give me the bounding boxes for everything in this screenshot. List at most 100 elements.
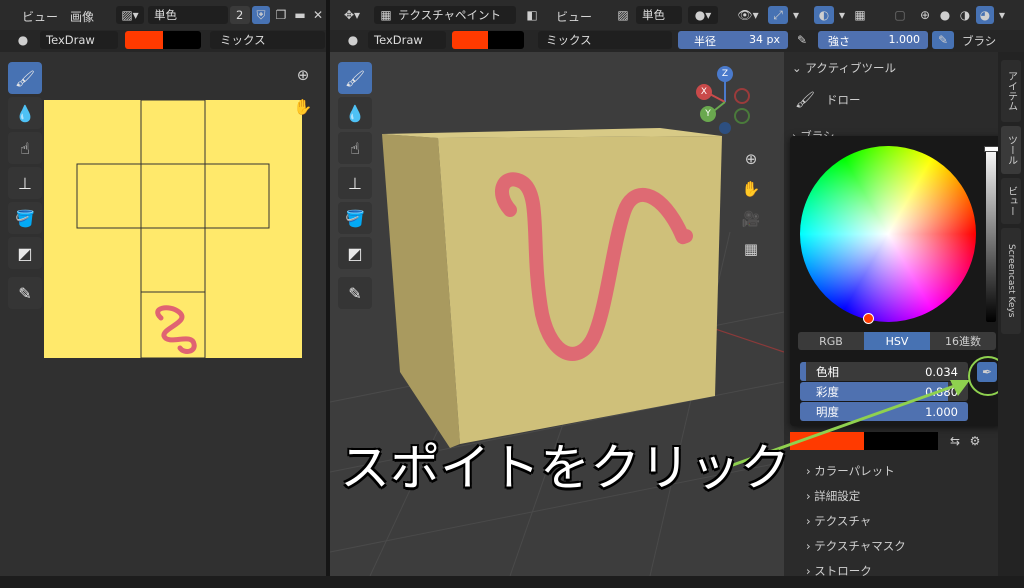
section-texture-mask[interactable]: › テクスチャマスク bbox=[806, 538, 986, 563]
main-pan-hand-icon[interactable]: ✋ bbox=[740, 178, 762, 200]
section-label: テクスチャ bbox=[814, 514, 872, 528]
left-primary-swatch[interactable] bbox=[125, 31, 163, 49]
main-view-menu[interactable]: ビュー bbox=[556, 8, 592, 25]
strength-value: 1.000 bbox=[888, 33, 921, 46]
material-shading-icon[interactable]: ◑ bbox=[956, 6, 974, 24]
section-label: 詳細設定 bbox=[814, 489, 861, 503]
left-brush-name[interactable]: TexDraw bbox=[40, 31, 118, 49]
main-soften-icon[interactable]: 💧 bbox=[338, 97, 372, 129]
navigation-gizmo[interactable]: Z X Y bbox=[690, 66, 760, 136]
overlays-dropdown-icon[interactable]: ▾ bbox=[836, 6, 848, 24]
tab-tool[interactable]: ツール bbox=[1001, 126, 1021, 174]
main-tool-shelf: 🖌 💧 ☝ ⊥ 🪣 ◩ ✎ bbox=[338, 62, 374, 312]
annotation-text: スポイトをクリック bbox=[340, 439, 790, 497]
main-blend-mode[interactable]: ミックス bbox=[538, 31, 672, 49]
image-icon[interactable]: ▨ bbox=[612, 6, 634, 24]
main-fill-bucket-icon[interactable]: 🪣 bbox=[338, 202, 372, 234]
gizmo-x-icon[interactable]: X bbox=[696, 84, 712, 100]
brush-menu[interactable]: ブラシ bbox=[962, 33, 996, 49]
xray-icon[interactable]: ▢ bbox=[892, 6, 908, 24]
checker-icon[interactable]: ▦ bbox=[852, 6, 868, 24]
draw-brush-icon[interactable]: 🖌 bbox=[8, 62, 42, 94]
tab-view[interactable]: ビュー bbox=[1001, 178, 1021, 224]
overlays-icon[interactable]: ◐ bbox=[814, 6, 834, 24]
left-image-menu[interactable]: 画像 bbox=[70, 8, 94, 25]
visibility-eye-icon[interactable]: 👁▾ bbox=[732, 6, 764, 24]
mode-checker-icon: ▦ bbox=[380, 8, 392, 22]
tab-hex[interactable]: 16進数 bbox=[930, 332, 996, 350]
chevron-down-icon: ⌄ bbox=[792, 61, 802, 75]
left-secondary-swatch[interactable] bbox=[163, 31, 201, 49]
duplicate-icon[interactable]: ❐ bbox=[273, 6, 289, 24]
perspective-grid-icon[interactable]: ▦ bbox=[740, 238, 762, 260]
tab-rgb[interactable]: RGB bbox=[798, 332, 864, 350]
left-shading-field[interactable]: 単色 bbox=[148, 6, 228, 24]
paint-mask-icon[interactable]: ◧ bbox=[522, 6, 542, 24]
color-wheel[interactable] bbox=[800, 146, 976, 324]
uv-paint-stroke bbox=[155, 305, 197, 354]
left-blend-mode[interactable]: ミックス bbox=[210, 31, 325, 49]
radius-slider[interactable]: 半径 34 px bbox=[678, 31, 788, 49]
section-label: テクスチャマスク bbox=[814, 539, 906, 553]
strength-label: 強さ bbox=[828, 35, 850, 48]
editor-type-icon[interactable]: ✥▾ bbox=[338, 6, 366, 24]
radius-pressure-icon[interactable]: ✎ bbox=[792, 31, 812, 49]
gizmo-dropdown-icon[interactable]: ▾ bbox=[790, 6, 802, 24]
camera-view-icon[interactable]: 🎥 bbox=[740, 208, 762, 230]
tab-hsv[interactable]: HSV bbox=[864, 332, 930, 350]
gizmo-toggle-icon[interactable]: ⤢ bbox=[768, 6, 788, 24]
main-draw-brush-icon[interactable]: 🖌 bbox=[338, 62, 372, 94]
close-icon[interactable]: ✕ bbox=[311, 6, 325, 24]
main-primary-swatch[interactable] bbox=[452, 31, 488, 49]
uv-texture[interactable] bbox=[44, 99, 302, 359]
clone-stamp-icon[interactable]: ⊥ bbox=[8, 167, 42, 199]
radius-label: 半径 bbox=[694, 35, 716, 48]
strength-slider[interactable]: 強さ 1.000 bbox=[818, 31, 928, 49]
left-pan-hand-icon[interactable]: ✋ bbox=[292, 96, 314, 118]
image-browse-icon[interactable]: ▨▾ bbox=[116, 6, 144, 24]
tab-item[interactable]: アイテム bbox=[1001, 60, 1021, 122]
value-slider[interactable] bbox=[984, 146, 1000, 322]
solid-shading-icon[interactable]: ● bbox=[936, 6, 954, 24]
gizmo-z-icon[interactable]: Z bbox=[717, 66, 733, 82]
main-brush-name[interactable]: TexDraw bbox=[368, 31, 446, 49]
left-view-menu[interactable]: ビュー bbox=[22, 8, 58, 25]
main-clone-stamp-icon[interactable]: ⊥ bbox=[338, 167, 372, 199]
left-tool-shelf: 🖌 💧 ☝ ⊥ 🪣 ◩ ✎ bbox=[8, 62, 44, 312]
section-texture[interactable]: › テクスチャ bbox=[806, 513, 986, 538]
slot-count[interactable]: 2 bbox=[230, 6, 250, 24]
open-folder-icon[interactable]: ▬ bbox=[292, 6, 308, 24]
wireframe-shading-icon[interactable]: ⊕ bbox=[916, 6, 934, 24]
smear-icon[interactable]: ☝ bbox=[8, 132, 42, 164]
main-annotate-icon[interactable]: ✎ bbox=[338, 277, 372, 309]
fill-bucket-icon[interactable]: 🪣 bbox=[8, 202, 42, 234]
rendered-shading-icon[interactable]: ◕ bbox=[976, 6, 994, 24]
collapsed-sections: › カラーパレット › 詳細設定 › テクスチャ › テクスチャマスク › スト… bbox=[806, 463, 986, 588]
main-brush-sphere-icon[interactable]: ● bbox=[342, 32, 364, 48]
left-zoom-icon[interactable]: ⊕ bbox=[292, 64, 314, 86]
soften-icon[interactable]: 💧 bbox=[8, 97, 42, 129]
active-tool-section[interactable]: ⌄ アクティブツール bbox=[792, 60, 896, 76]
fake-user-shield-icon[interactable]: ⛨ bbox=[252, 6, 270, 24]
draw-tool-icon: 🖌 bbox=[794, 89, 816, 109]
mask-icon[interactable]: ◩ bbox=[8, 237, 42, 269]
section-advanced[interactable]: › 詳細設定 bbox=[806, 488, 986, 513]
shading-dropdown-icon[interactable]: ▾ bbox=[996, 6, 1008, 24]
main-zoom-icon[interactable]: ⊕ bbox=[740, 148, 762, 170]
main-shading-field[interactable]: 単色 bbox=[636, 6, 682, 24]
tab-screencast-keys[interactable]: Screencast Keys bbox=[1001, 228, 1021, 334]
cube-front-face bbox=[438, 136, 722, 444]
gizmo-y-icon[interactable]: Y bbox=[700, 106, 716, 122]
brush-sphere-icon[interactable]: ● bbox=[12, 32, 34, 48]
strength-pressure-icon[interactable]: ✎ bbox=[932, 31, 954, 49]
active-tool-title: アクティブツール bbox=[805, 61, 897, 75]
annotate-icon[interactable]: ✎ bbox=[8, 277, 42, 309]
main-mask-icon[interactable]: ◩ bbox=[338, 237, 372, 269]
mode-selector[interactable]: テクスチャペイント bbox=[374, 6, 516, 24]
main-smear-icon[interactable]: ☝ bbox=[338, 132, 372, 164]
color-mode-tabs: RGB HSV 16進数 bbox=[798, 332, 996, 350]
wheel-cursor[interactable] bbox=[863, 313, 874, 324]
main-secondary-swatch[interactable] bbox=[488, 31, 524, 49]
pivot-dot-icon[interactable]: ●▾ bbox=[688, 6, 718, 24]
uv-layout bbox=[76, 99, 270, 359]
